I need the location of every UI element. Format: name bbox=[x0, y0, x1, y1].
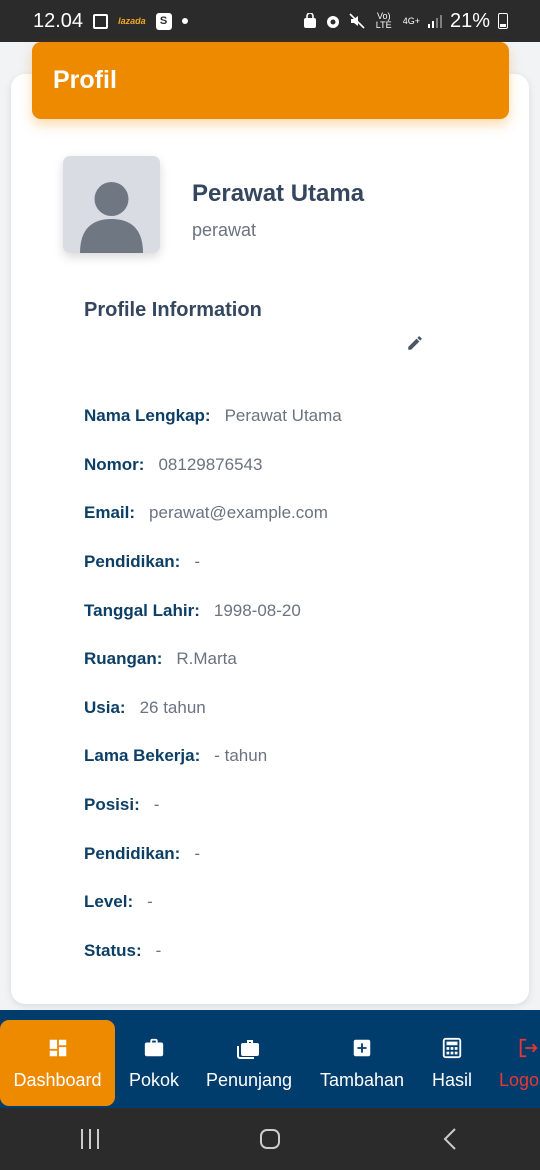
profile-info-list: Nama Lengkap: Perawat Utama Nomor: 08129… bbox=[84, 392, 504, 975]
info-value: - bbox=[194, 552, 201, 572]
status-bar: 12.04 lazada S Vo) LTE 4G+ 21% bbox=[0, 0, 540, 42]
info-label: Status: bbox=[84, 940, 142, 960]
bottom-nav: Dashboard Pokok Penunjang Tambahan Hasil… bbox=[0, 1010, 540, 1108]
info-value: 26 tahun bbox=[139, 697, 206, 717]
info-value: - bbox=[194, 843, 201, 863]
info-label: Usia: bbox=[84, 697, 126, 717]
back-button[interactable] bbox=[420, 1119, 480, 1159]
alarm-icon bbox=[326, 16, 339, 28]
info-row-nama-lengkap: Nama Lengkap: Perawat Utama bbox=[84, 392, 504, 441]
volte-indicator: Vo) LTE bbox=[375, 11, 392, 30]
info-row-nomor: Nomor: 08129876543 bbox=[84, 441, 504, 490]
info-label: Posisi: bbox=[84, 795, 140, 815]
status-right: Vo) LTE 4G+ 21% bbox=[303, 10, 508, 33]
edit-button[interactable] bbox=[405, 333, 425, 353]
logout-icon bbox=[497, 1036, 539, 1060]
info-row-tanggal-lahir: Tanggal Lahir: 1998-08-20 bbox=[84, 586, 504, 635]
info-row-usia: Usia: 26 tahun bbox=[84, 684, 504, 733]
info-value: R.Marta bbox=[176, 649, 237, 669]
info-value: perawat@example.com bbox=[149, 503, 328, 523]
info-value: - tahun bbox=[214, 746, 268, 766]
nav-penunjang[interactable]: Penunjang bbox=[198, 1020, 300, 1106]
lock-app-icon bbox=[303, 13, 316, 28]
info-label: Nomor: bbox=[84, 454, 145, 474]
battery-icon bbox=[498, 13, 508, 29]
home-icon bbox=[260, 1129, 280, 1149]
nav-tambahan[interactable]: Tambahan bbox=[312, 1020, 412, 1106]
user-role: perawat bbox=[192, 220, 257, 240]
recent-apps-icon bbox=[81, 1129, 99, 1149]
gallery-icon bbox=[93, 13, 109, 29]
info-value: - bbox=[155, 940, 162, 960]
info-row-pendidikan-2: Pendidikan: - bbox=[84, 829, 504, 878]
info-row-email: Email: perawat@example.com bbox=[84, 489, 504, 538]
info-value: - bbox=[153, 795, 160, 815]
status-left: 12.04 lazada S bbox=[33, 10, 188, 33]
dashboard-icon bbox=[47, 1036, 69, 1060]
pencil-icon bbox=[408, 336, 422, 350]
nav-label: Pokok bbox=[128, 1069, 180, 1090]
briefcase-icon bbox=[142, 1036, 166, 1060]
status-time: 12.04 bbox=[33, 9, 84, 32]
info-value: Perawat Utama bbox=[224, 406, 342, 426]
nav-dashboard[interactable]: Dashboard bbox=[0, 1020, 115, 1106]
info-label: Email: bbox=[84, 503, 136, 523]
nav-pokok[interactable]: Pokok bbox=[120, 1020, 188, 1106]
info-label: Tanggal Lahir: bbox=[84, 600, 200, 620]
info-label: Level: bbox=[84, 892, 134, 912]
info-label: Pendidikan: bbox=[84, 552, 181, 572]
user-name: Perawat Utama bbox=[192, 180, 365, 207]
shop-bag-icon: S bbox=[155, 12, 172, 30]
calculator-icon bbox=[441, 1036, 463, 1060]
info-row-status: Status: - bbox=[84, 927, 504, 976]
info-row-level: Level: - bbox=[84, 878, 504, 927]
info-value: 1998-08-20 bbox=[213, 600, 301, 620]
user-placeholder-icon bbox=[80, 182, 143, 253]
signal-icon bbox=[427, 14, 442, 28]
plus-box-icon bbox=[351, 1036, 373, 1060]
lazada-icon: lazada bbox=[118, 16, 146, 26]
page-title: Profil bbox=[53, 66, 117, 94]
avatar bbox=[63, 156, 160, 253]
network-indicator: 4G+ bbox=[402, 16, 420, 26]
nav-logout[interactable]: Logout bbox=[497, 1020, 540, 1106]
info-row-lama-bekerja: Lama Bekerja: - tahun bbox=[84, 732, 504, 781]
info-value: 08129876543 bbox=[158, 454, 263, 474]
nav-label: Penunjang bbox=[205, 1069, 293, 1090]
info-label: Nama Lengkap: bbox=[84, 406, 211, 426]
info-value: - bbox=[147, 892, 153, 912]
back-icon bbox=[443, 1128, 456, 1150]
battery-percent: 21% bbox=[449, 9, 490, 32]
briefcases-icon bbox=[236, 1036, 262, 1060]
nav-label: Dashboard bbox=[13, 1069, 102, 1090]
nav-hasil[interactable]: Hasil bbox=[424, 1020, 480, 1106]
system-navigation bbox=[0, 1108, 540, 1170]
section-title: Profile Information bbox=[84, 299, 262, 321]
home-button[interactable] bbox=[240, 1119, 300, 1159]
info-row-pendidikan: Pendidikan: - bbox=[84, 538, 504, 587]
info-row-posisi: Posisi: - bbox=[84, 781, 504, 830]
recent-apps-button[interactable] bbox=[60, 1119, 120, 1159]
nav-label: Tambahan bbox=[319, 1069, 405, 1090]
nav-label: Logout bbox=[499, 1069, 540, 1090]
notification-dot-icon bbox=[181, 18, 188, 24]
info-row-ruangan: Ruangan: R.Marta bbox=[84, 635, 504, 684]
page-header: Profil bbox=[32, 42, 509, 119]
info-label: Lama Bekerja: bbox=[84, 746, 201, 766]
nav-label: Hasil bbox=[431, 1069, 472, 1090]
info-label: Ruangan: bbox=[84, 649, 163, 669]
mute-icon bbox=[349, 13, 365, 29]
info-label: Pendidikan: bbox=[84, 843, 181, 863]
